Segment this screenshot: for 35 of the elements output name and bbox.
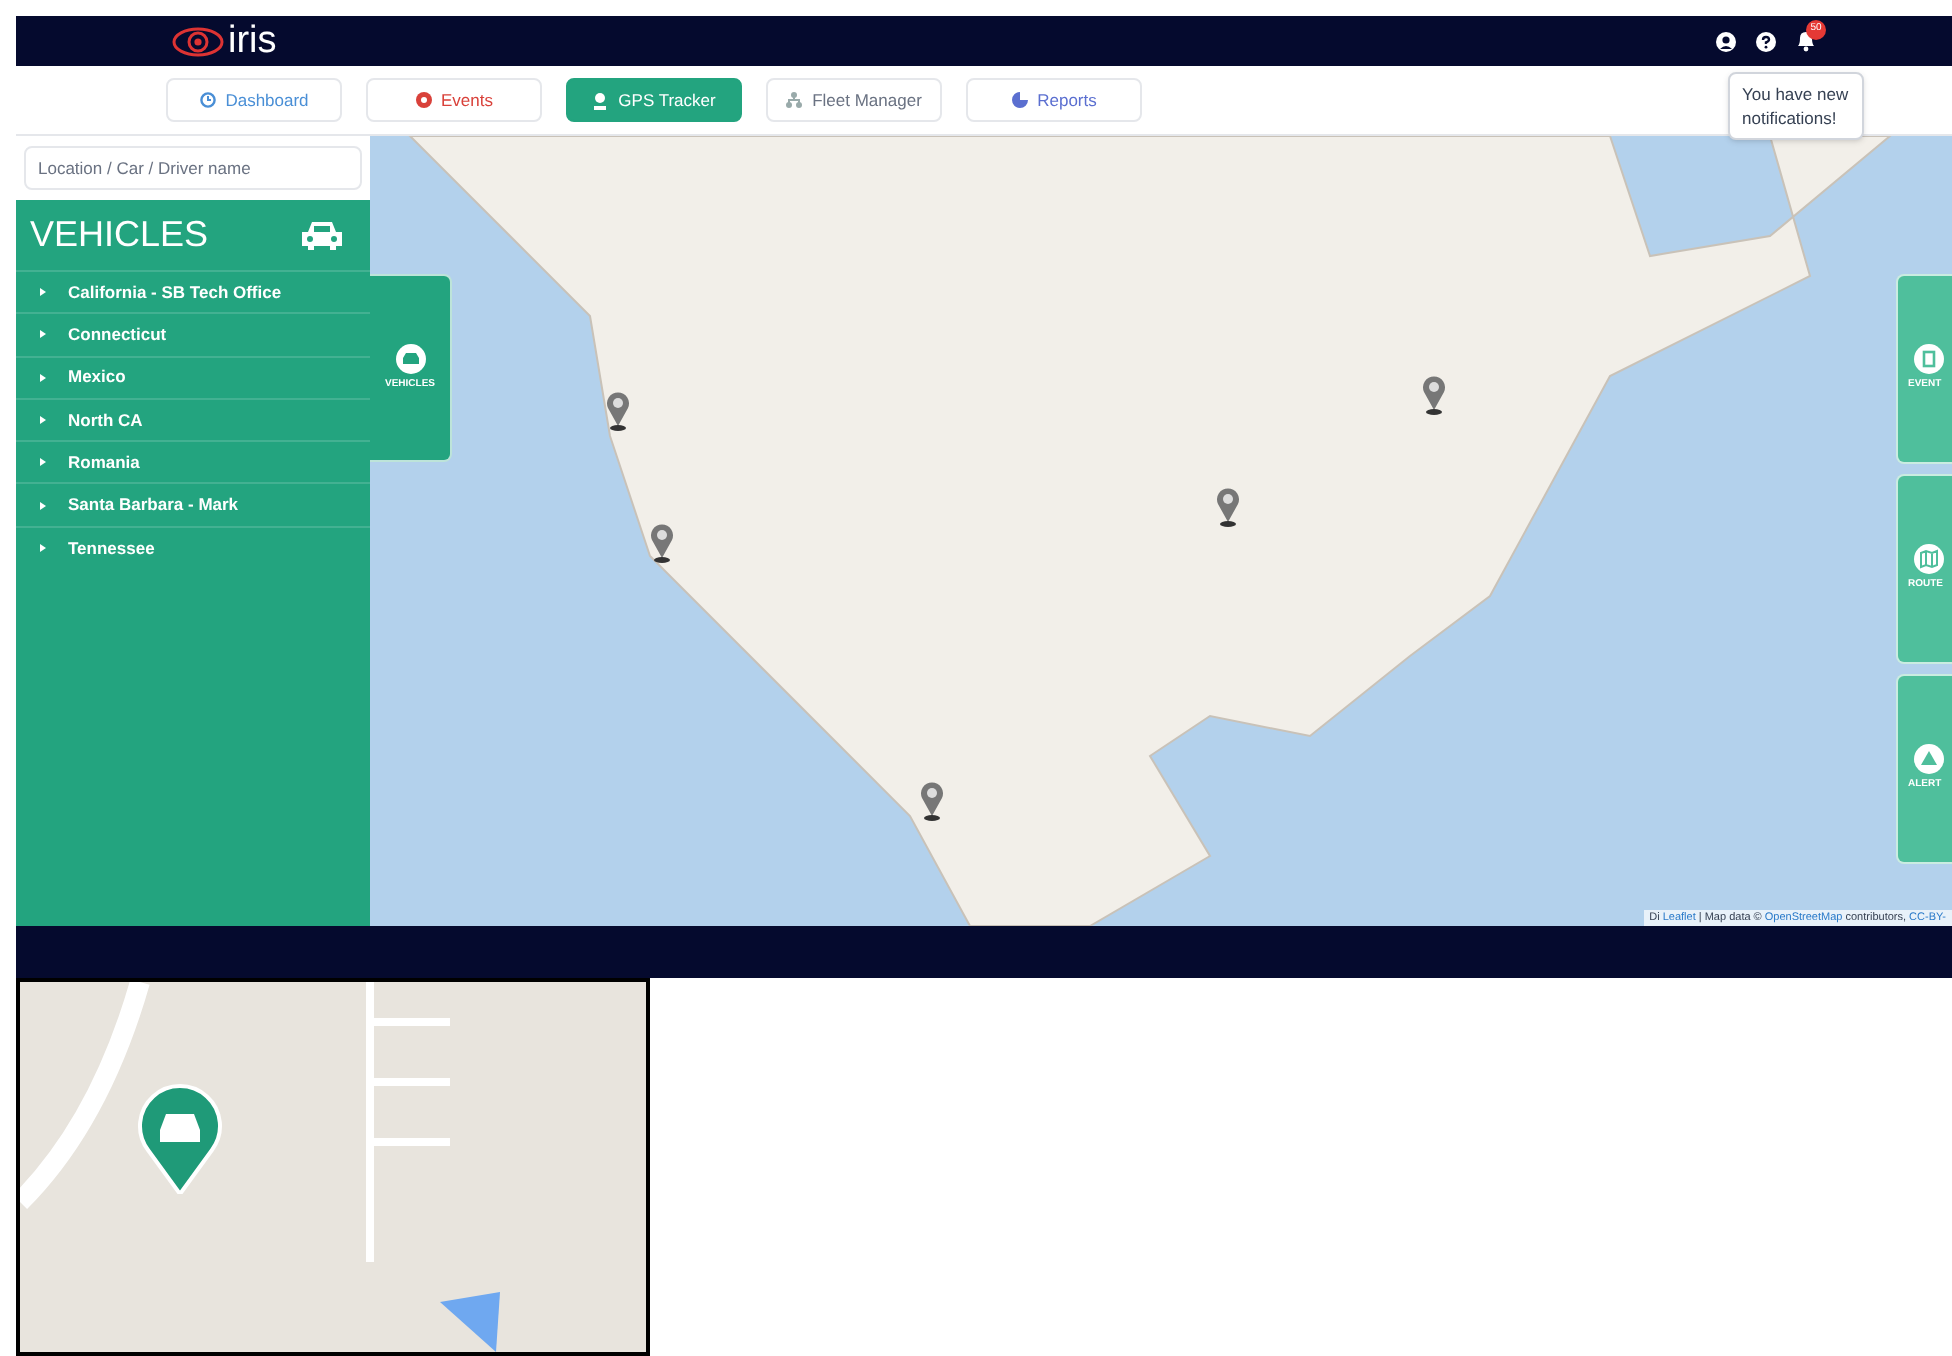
expand-arrow-icon xyxy=(40,543,46,552)
calendar-icon xyxy=(1914,344,1944,375)
expand-arrow-icon xyxy=(40,373,46,382)
map-pin-icon[interactable] xyxy=(606,392,630,432)
clock-icon xyxy=(199,92,216,108)
expand-arrow-icon xyxy=(40,288,46,297)
nav-tab[interactable]: Events xyxy=(366,78,542,122)
user-icon[interactable] xyxy=(1716,31,1736,51)
expand-arrow-icon xyxy=(40,416,46,425)
map-pin-icon[interactable] xyxy=(1422,376,1446,416)
map-pin-icon[interactable] xyxy=(650,524,674,564)
eye-logo-icon xyxy=(172,25,224,57)
hierarchy-icon xyxy=(786,92,803,108)
car-pin-icon xyxy=(136,1082,224,1194)
car-icon xyxy=(300,220,344,250)
map-icon xyxy=(1914,544,1944,575)
map-pin-icon[interactable] xyxy=(920,782,944,822)
map-pin-icon[interactable] xyxy=(1216,488,1240,528)
search-field[interactable]: Location / Car / Driver name xyxy=(24,146,362,190)
nav-tab[interactable]: Dashboard xyxy=(166,78,342,122)
warning-icon xyxy=(1914,744,1944,775)
panel-title: VEHICLES xyxy=(30,212,209,258)
pie-chart-icon xyxy=(1011,92,1028,108)
notification-tooltip: You have new notifications! xyxy=(1728,72,1864,140)
person-pin-icon xyxy=(592,91,609,109)
expand-arrow-icon xyxy=(40,458,46,467)
expand-arrow-icon xyxy=(40,330,46,339)
help-icon[interactable] xyxy=(1756,31,1776,51)
expand-arrow-icon xyxy=(40,501,46,510)
record-icon xyxy=(415,92,431,108)
nav-tab[interactable]: Reports xyxy=(966,78,1142,122)
nav-tab[interactable]: GPS Tracker xyxy=(566,78,742,122)
nav-tab[interactable]: Fleet Manager xyxy=(766,78,942,122)
brand-name: iris xyxy=(228,22,277,60)
car-icon xyxy=(395,343,425,374)
